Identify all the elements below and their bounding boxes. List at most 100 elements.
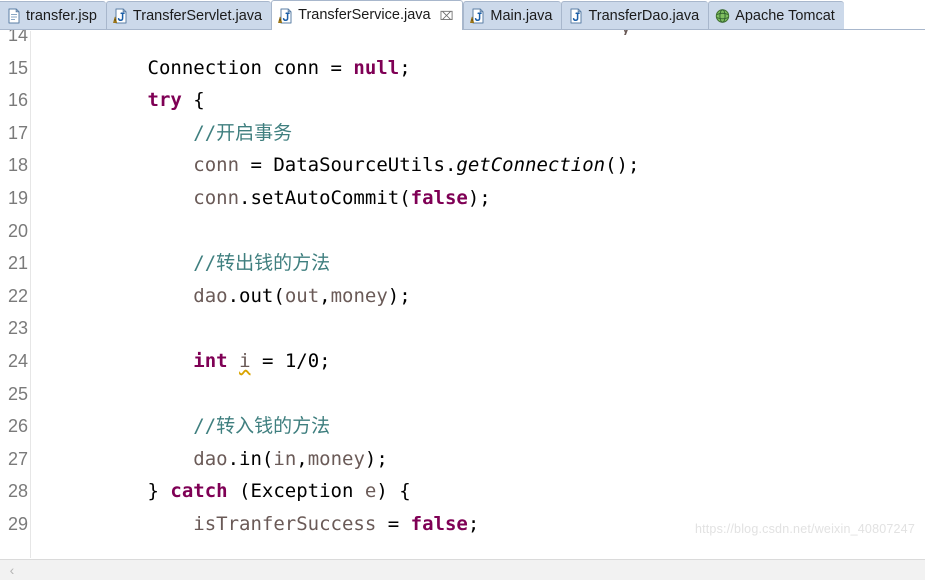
- code-line-text: Connection conn = null;: [30, 52, 411, 85]
- code-line-text: conn = DataSourceUtils.getConnection();: [30, 149, 639, 182]
- code-token-plain: ) {: [376, 480, 411, 503]
- code-token-var: conn: [193, 186, 240, 209]
- code-line-list: 14 15 Connection conn = null; 16 try {17 /…: [0, 30, 925, 541]
- code-line[interactable]: 27 dao.in(in,money);: [0, 443, 925, 476]
- code-token-plain: = 1/0;: [250, 349, 331, 372]
- code-token-plain: .out(: [227, 284, 285, 307]
- code-token-plain: );: [387, 284, 411, 307]
- editor-tab-label: Apache Tomcat: [735, 7, 835, 24]
- scroll-left-arrow-icon[interactable]: ‹: [0, 560, 24, 580]
- code-token-plain: (Exception: [227, 480, 365, 503]
- code-token-plain: ,: [296, 447, 308, 470]
- code-token-var: money: [307, 447, 365, 470]
- editor-tab-label: Main.java: [490, 7, 553, 24]
- code-token-plain: ,: [319, 284, 331, 307]
- java-file-icon: [568, 8, 583, 24]
- editor-tab-label: TransferServlet.java: [132, 7, 263, 24]
- code-token-var: in: [273, 447, 297, 470]
- editor-tab-transferservlet-java[interactable]: TransferServlet.java: [105, 1, 272, 30]
- code-token-var: money: [330, 284, 388, 307]
- code-line-text: //转出钱的方法: [30, 247, 330, 280]
- line-number: 23: [7, 318, 28, 339]
- code-line[interactable]: 24 int i = 1/0;: [0, 345, 925, 378]
- code-line-text: } catch (Exception e) {: [30, 475, 411, 508]
- code-token-plain: );: [467, 186, 491, 209]
- code-line[interactable]: 15 Connection conn = null;: [0, 52, 925, 85]
- code-line[interactable]: 26 //转入钱的方法: [0, 410, 925, 443]
- code-line-text: dao.out(out,money);: [30, 280, 411, 313]
- code-editor-area[interactable]: y 1415 Connection conn = null;16 try {17…: [0, 30, 925, 558]
- line-number: 20: [7, 220, 28, 241]
- code-token-cmt: //转入钱的方法: [56, 415, 331, 438]
- code-token-kw: try: [147, 89, 182, 112]
- line-number: 28: [7, 481, 28, 502]
- code-token-cmt: //开启事务: [56, 121, 293, 144]
- code-token-plain: );: [364, 447, 388, 470]
- code-line[interactable]: 22 dao.out(out,money);: [0, 280, 925, 313]
- line-number: 21: [7, 253, 28, 274]
- code-token-plain: {: [181, 89, 205, 112]
- jsp-file-icon: [6, 8, 21, 24]
- code-token-plain: =: [376, 512, 411, 535]
- code-token-var: isTranferSuccess: [193, 512, 377, 535]
- tab-close-icon[interactable]: ⌧: [440, 10, 454, 22]
- line-number: 24: [7, 350, 28, 371]
- tomcat-globe-icon: [715, 8, 730, 24]
- code-line[interactable]: 20: [0, 215, 925, 248]
- line-number: 29: [7, 513, 28, 534]
- code-line-text: conn.setAutoCommit(false);: [30, 182, 491, 215]
- line-number: 22: [7, 285, 28, 306]
- code-token-plain: .setAutoCommit(: [239, 186, 411, 209]
- line-number: 18: [7, 155, 28, 176]
- code-token-kw: false: [410, 186, 468, 209]
- code-line-text: int i = 1/0;: [30, 345, 331, 378]
- line-number: 25: [7, 383, 28, 404]
- code-line[interactable]: 28 } catch (Exception e) {: [0, 475, 925, 508]
- editor-tab-transfer-jsp[interactable]: transfer.jsp: [0, 1, 106, 30]
- code-token-plain: ;: [467, 512, 480, 535]
- code-line[interactable]: 14: [0, 30, 925, 52]
- code-token-kw: null: [353, 56, 400, 79]
- editor-tab-apache-tomcat[interactable]: Apache Tomcat: [708, 1, 844, 30]
- editor-tab-transferservice-java[interactable]: TransferService.java ⌧: [271, 0, 464, 30]
- java-file-warning-icon: [278, 8, 293, 24]
- line-number: 26: [7, 416, 28, 437]
- editor-tab-bar: transfer.jsp TransferServlet.java Transfer…: [0, 0, 925, 30]
- code-token-kw: false: [410, 512, 468, 535]
- code-line-text: //转入钱的方法: [30, 410, 330, 443]
- code-line-text: dao.in(in,money);: [30, 443, 388, 476]
- code-token-cmt: //转出钱的方法: [56, 252, 331, 275]
- horizontal-scrollbar[interactable]: ‹: [0, 559, 925, 580]
- code-token-var: out: [284, 284, 320, 307]
- eclipse-editor-window: transfer.jsp TransferServlet.java Transfer…: [0, 0, 925, 580]
- code-token-plain: }: [56, 480, 171, 503]
- code-line[interactable]: 23: [0, 312, 925, 345]
- editor-tab-label: TransferService.java: [298, 7, 431, 24]
- code-token-warn: i: [239, 349, 251, 372]
- code-line[interactable]: 16 try {: [0, 84, 925, 117]
- java-file-warning-icon: [113, 8, 128, 24]
- code-token-plain: ();: [605, 154, 640, 177]
- code-token-plain: .in(: [227, 447, 274, 470]
- line-number: 19: [7, 187, 28, 208]
- code-token-var: conn: [193, 154, 240, 177]
- code-line[interactable]: 25: [0, 378, 925, 411]
- code-line[interactable]: 17 //开启事务: [0, 117, 925, 150]
- horizontal-scroll-track[interactable]: [24, 560, 925, 580]
- code-line[interactable]: 29 isTranferSuccess = false;: [0, 508, 925, 541]
- editor-tab-label: transfer.jsp: [26, 7, 97, 24]
- line-number: 16: [7, 90, 28, 111]
- code-line[interactable]: 18 conn = DataSourceUtils.getConnection(…: [0, 149, 925, 182]
- editor-tab-main-java[interactable]: Main.java: [463, 1, 562, 30]
- code-line[interactable]: 19 conn.setAutoCommit(false);: [0, 182, 925, 215]
- code-token-kw: int: [193, 349, 228, 372]
- code-line-text: //开启事务: [30, 117, 292, 150]
- editor-tab-transferdao-java[interactable]: TransferDao.java: [561, 1, 709, 30]
- code-line-text: isTranferSuccess = false;: [30, 508, 479, 541]
- code-line[interactable]: 21 //转出钱的方法: [0, 247, 925, 280]
